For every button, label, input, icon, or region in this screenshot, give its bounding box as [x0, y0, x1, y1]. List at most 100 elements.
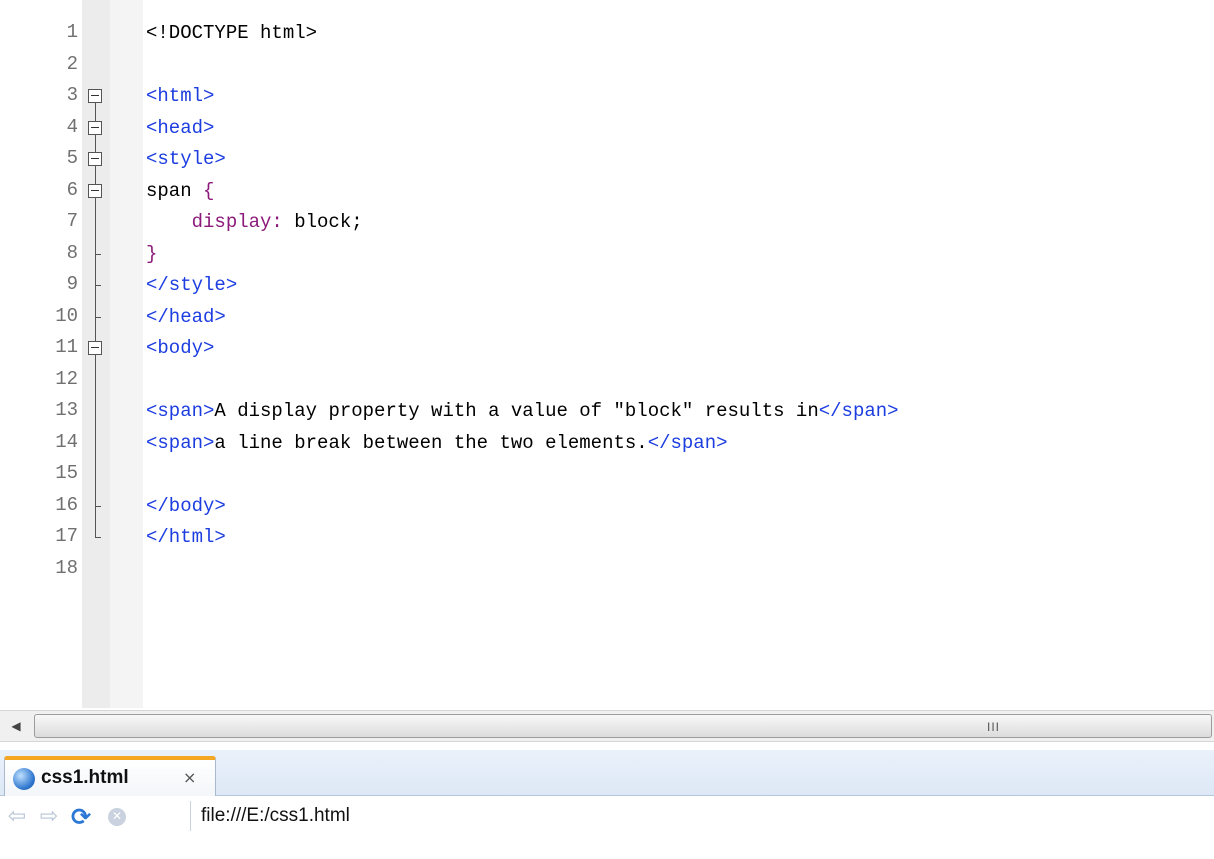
- line-number: 15: [55, 462, 78, 484]
- fold-marker[interactable]: [82, 175, 110, 207]
- code-token: }: [146, 242, 158, 265]
- html-tag: </head>: [146, 305, 226, 328]
- code-line: 18: [0, 554, 1214, 586]
- code-text: </body>: [146, 494, 226, 517]
- collapse-icon[interactable]: [88, 89, 102, 103]
- line-number: 13: [55, 399, 78, 421]
- code-editor[interactable]: 1 <!DOCTYPE html> 2 3 <html> 4 <head> 5 <style> 6…: [0, 0, 1214, 708]
- code-text: <html>: [146, 84, 214, 107]
- html-tag: </span>: [818, 400, 899, 422]
- code-line: 7 display: block;: [0, 207, 1214, 239]
- code-line: 15: [0, 459, 1214, 491]
- line-number: 17: [55, 525, 78, 547]
- code-text: </html>: [146, 525, 226, 548]
- fold-marker: [82, 270, 110, 302]
- fold-marker: [82, 238, 110, 270]
- arrow-left-icon[interactable]: ◀: [0, 711, 32, 741]
- code-line: 2: [0, 50, 1214, 82]
- code-line: 3 <html>: [0, 81, 1214, 113]
- html-tag: <style>: [146, 148, 226, 170]
- stop-icon[interactable]: ✕: [108, 808, 126, 826]
- line-number: 6: [66, 178, 78, 201]
- collapse-icon[interactable]: [88, 341, 102, 355]
- code-token: block;: [282, 211, 363, 233]
- fold-marker[interactable]: [82, 112, 110, 144]
- code-line: 17 </html>: [0, 522, 1214, 554]
- code-text: <body>: [146, 336, 214, 359]
- close-icon[interactable]: ×: [183, 768, 196, 787]
- collapse-icon[interactable]: [88, 183, 102, 198]
- line-number: 9: [66, 273, 78, 295]
- html-tag: <html>: [146, 85, 215, 107]
- browser-tab-strip: css1.html ×: [0, 750, 1214, 796]
- code-line: 5 <style>: [0, 144, 1214, 176]
- html-tag: </style>: [146, 274, 238, 296]
- line-number: 16: [55, 493, 78, 516]
- line-number: 8: [66, 241, 78, 264]
- code-line: 9 </style>: [0, 270, 1214, 302]
- fold-marker: [82, 522, 110, 554]
- html-tag: </html>: [146, 526, 226, 548]
- code-token: span: [146, 179, 204, 202]
- fold-marker: [82, 427, 110, 459]
- browser-nav-bar: ⇦ ⇨ ⟳ ✕ file:///E:/css1.html: [0, 796, 1214, 859]
- line-number: 18: [55, 556, 78, 579]
- forward-arrow-icon[interactable]: ⇨: [36, 804, 62, 830]
- scrollbar-thumb[interactable]: III: [34, 714, 1212, 738]
- code-line: 12: [0, 364, 1214, 396]
- horizontal-scrollbar[interactable]: ◀ III: [0, 710, 1214, 742]
- code-lines: 1 <!DOCTYPE html> 2 3 <html> 4 <head> 5 <style> 6…: [0, 18, 1214, 585]
- fold-marker[interactable]: [82, 333, 110, 365]
- css-property: display:: [146, 211, 283, 233]
- code-text: <span>A display property with a value of…: [146, 399, 899, 422]
- html-tag: <span>: [146, 400, 215, 422]
- tab-css1-html[interactable]: css1.html ×: [4, 756, 216, 796]
- fold-marker[interactable]: [82, 144, 110, 176]
- line-number: 12: [55, 367, 78, 390]
- code-token: A display property with a value of "bloc…: [214, 400, 819, 422]
- fold-marker: [82, 554, 110, 586]
- code-text: </head>: [146, 305, 226, 328]
- code-text: <head>: [146, 116, 214, 139]
- line-number: 4: [66, 115, 78, 138]
- address-bar[interactable]: file:///E:/css1.html: [190, 801, 1214, 831]
- collapse-icon[interactable]: [88, 152, 102, 166]
- line-number: 2: [66, 52, 78, 75]
- refresh-icon[interactable]: ⟳: [68, 804, 94, 830]
- line-number: 11: [55, 336, 78, 358]
- html-tag: <span>: [146, 431, 215, 454]
- code-line: 13 <span>A display property with a value …: [0, 396, 1214, 428]
- fold-marker: [82, 301, 110, 333]
- collapse-icon[interactable]: [88, 120, 102, 135]
- fold-marker: [82, 18, 110, 50]
- fold-marker: [82, 490, 110, 522]
- address-text: file:///E:/css1.html: [201, 805, 350, 826]
- code-line: 14 <span>a line break between the two ele…: [0, 427, 1214, 459]
- line-number: 1: [66, 21, 78, 43]
- code-line: 11 <body>: [0, 333, 1214, 365]
- code-line: 16 </body>: [0, 490, 1214, 522]
- code-line: 4 <head>: [0, 112, 1214, 144]
- scrollbar-grip: III: [987, 720, 1001, 734]
- code-text: <span>a line break between the two eleme…: [146, 431, 728, 454]
- fold-marker: [82, 207, 110, 239]
- code-token: {: [203, 179, 215, 202]
- fold-marker[interactable]: [82, 81, 110, 113]
- code-text: <style>: [146, 147, 226, 170]
- back-arrow-icon[interactable]: ⇦: [4, 804, 30, 830]
- code-line: 8}: [0, 238, 1214, 270]
- code-text: }: [146, 242, 157, 265]
- fold-marker: [82, 364, 110, 396]
- code-text: span {: [146, 179, 214, 202]
- fold-marker: [82, 50, 110, 82]
- line-number: 3: [66, 84, 78, 106]
- html-tag: </span>: [647, 431, 728, 454]
- globe-icon: [13, 768, 35, 790]
- line-number: 14: [55, 430, 78, 453]
- tab-title: css1.html: [41, 767, 129, 788]
- html-tag: <head>: [146, 116, 215, 139]
- code-line: 10 </head>: [0, 301, 1214, 333]
- fold-marker: [82, 459, 110, 491]
- code-token: a line break between the two elements.: [214, 431, 648, 454]
- code-token: <!DOCTYPE html>: [146, 22, 318, 44]
